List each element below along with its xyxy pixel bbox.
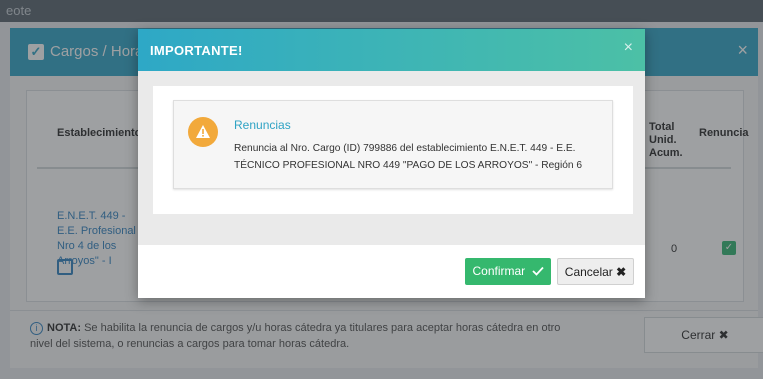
- checkmark-icon: [529, 264, 544, 278]
- important-modal: IMPORTANTE! × Renuncias Renuncia al Nro.…: [138, 29, 645, 298]
- modal-body: Renuncias Renuncia al Nro. Cargo (ID) 79…: [153, 86, 633, 214]
- close-icon[interactable]: ×: [624, 39, 633, 57]
- confirm-label: Confirmar: [472, 264, 526, 278]
- modal-title: IMPORTANTE!: [150, 43, 243, 58]
- modal-footer: Confirmar Cancelar ✖: [138, 245, 645, 298]
- cancel-label: Cancelar: [564, 265, 613, 279]
- alert-box: Renuncias Renuncia al Nro. Cargo (ID) 79…: [173, 100, 613, 189]
- alert-message: Renuncia al Nro. Cargo (ID) 799886 del e…: [234, 143, 583, 171]
- cancel-button[interactable]: Cancelar ✖: [557, 258, 634, 285]
- x-mark-icon: ✖: [616, 265, 627, 279]
- confirm-button[interactable]: Confirmar: [465, 258, 551, 285]
- alert-title: Renuncias: [234, 118, 291, 132]
- modal-header: IMPORTANTE! ×: [138, 29, 645, 71]
- warning-icon: [188, 117, 218, 147]
